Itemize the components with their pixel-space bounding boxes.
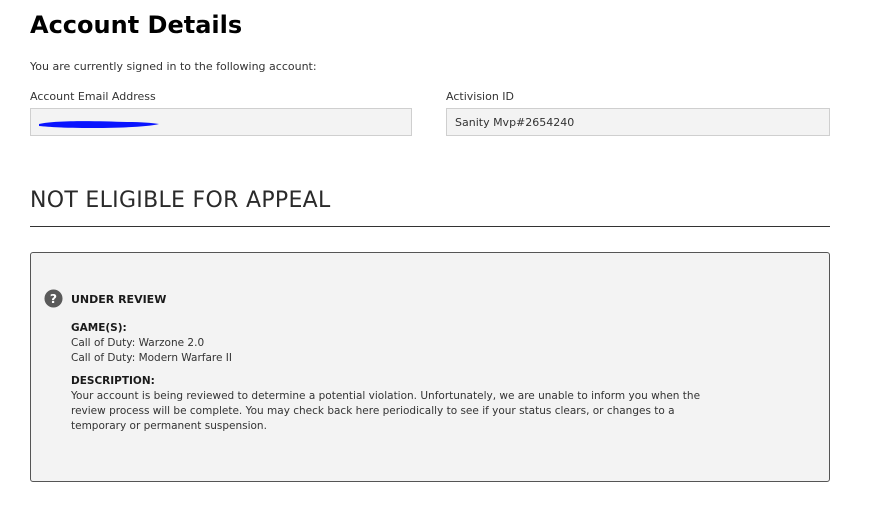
game-item: Call of Duty: Modern Warfare II [71,352,232,364]
status-panel: ? UNDER REVIEW GAME(S): Call of Duty: Wa… [30,252,830,482]
heading-divider [30,226,830,227]
description-heading: DESCRIPTION: [71,375,155,387]
page-title: Account Details [30,11,243,39]
game-item: Call of Duty: Warzone 2.0 [71,337,205,349]
email-field[interactable] [30,108,412,136]
email-field-label: Account Email Address [30,90,156,103]
activision-id-field[interactable]: Sanity Mvp#2654240 [446,108,830,136]
games-heading: GAME(S): [71,322,127,334]
question-circle-icon: ? [44,289,63,308]
svg-text:?: ? [50,292,57,306]
status-title: UNDER REVIEW [71,293,167,306]
signed-in-text: You are currently signed in to the follo… [30,60,317,73]
games-section: GAME(S): Call of Duty: Warzone 2.0 Call … [71,321,232,366]
redaction-scribble [39,121,159,128]
eligibility-heading: NOT ELIGIBLE FOR APPEAL [30,188,331,213]
description-text: Your account is being reviewed to determ… [71,390,701,432]
activision-id-label: Activision ID [446,90,515,103]
description-section: DESCRIPTION: Your account is being revie… [71,374,731,434]
